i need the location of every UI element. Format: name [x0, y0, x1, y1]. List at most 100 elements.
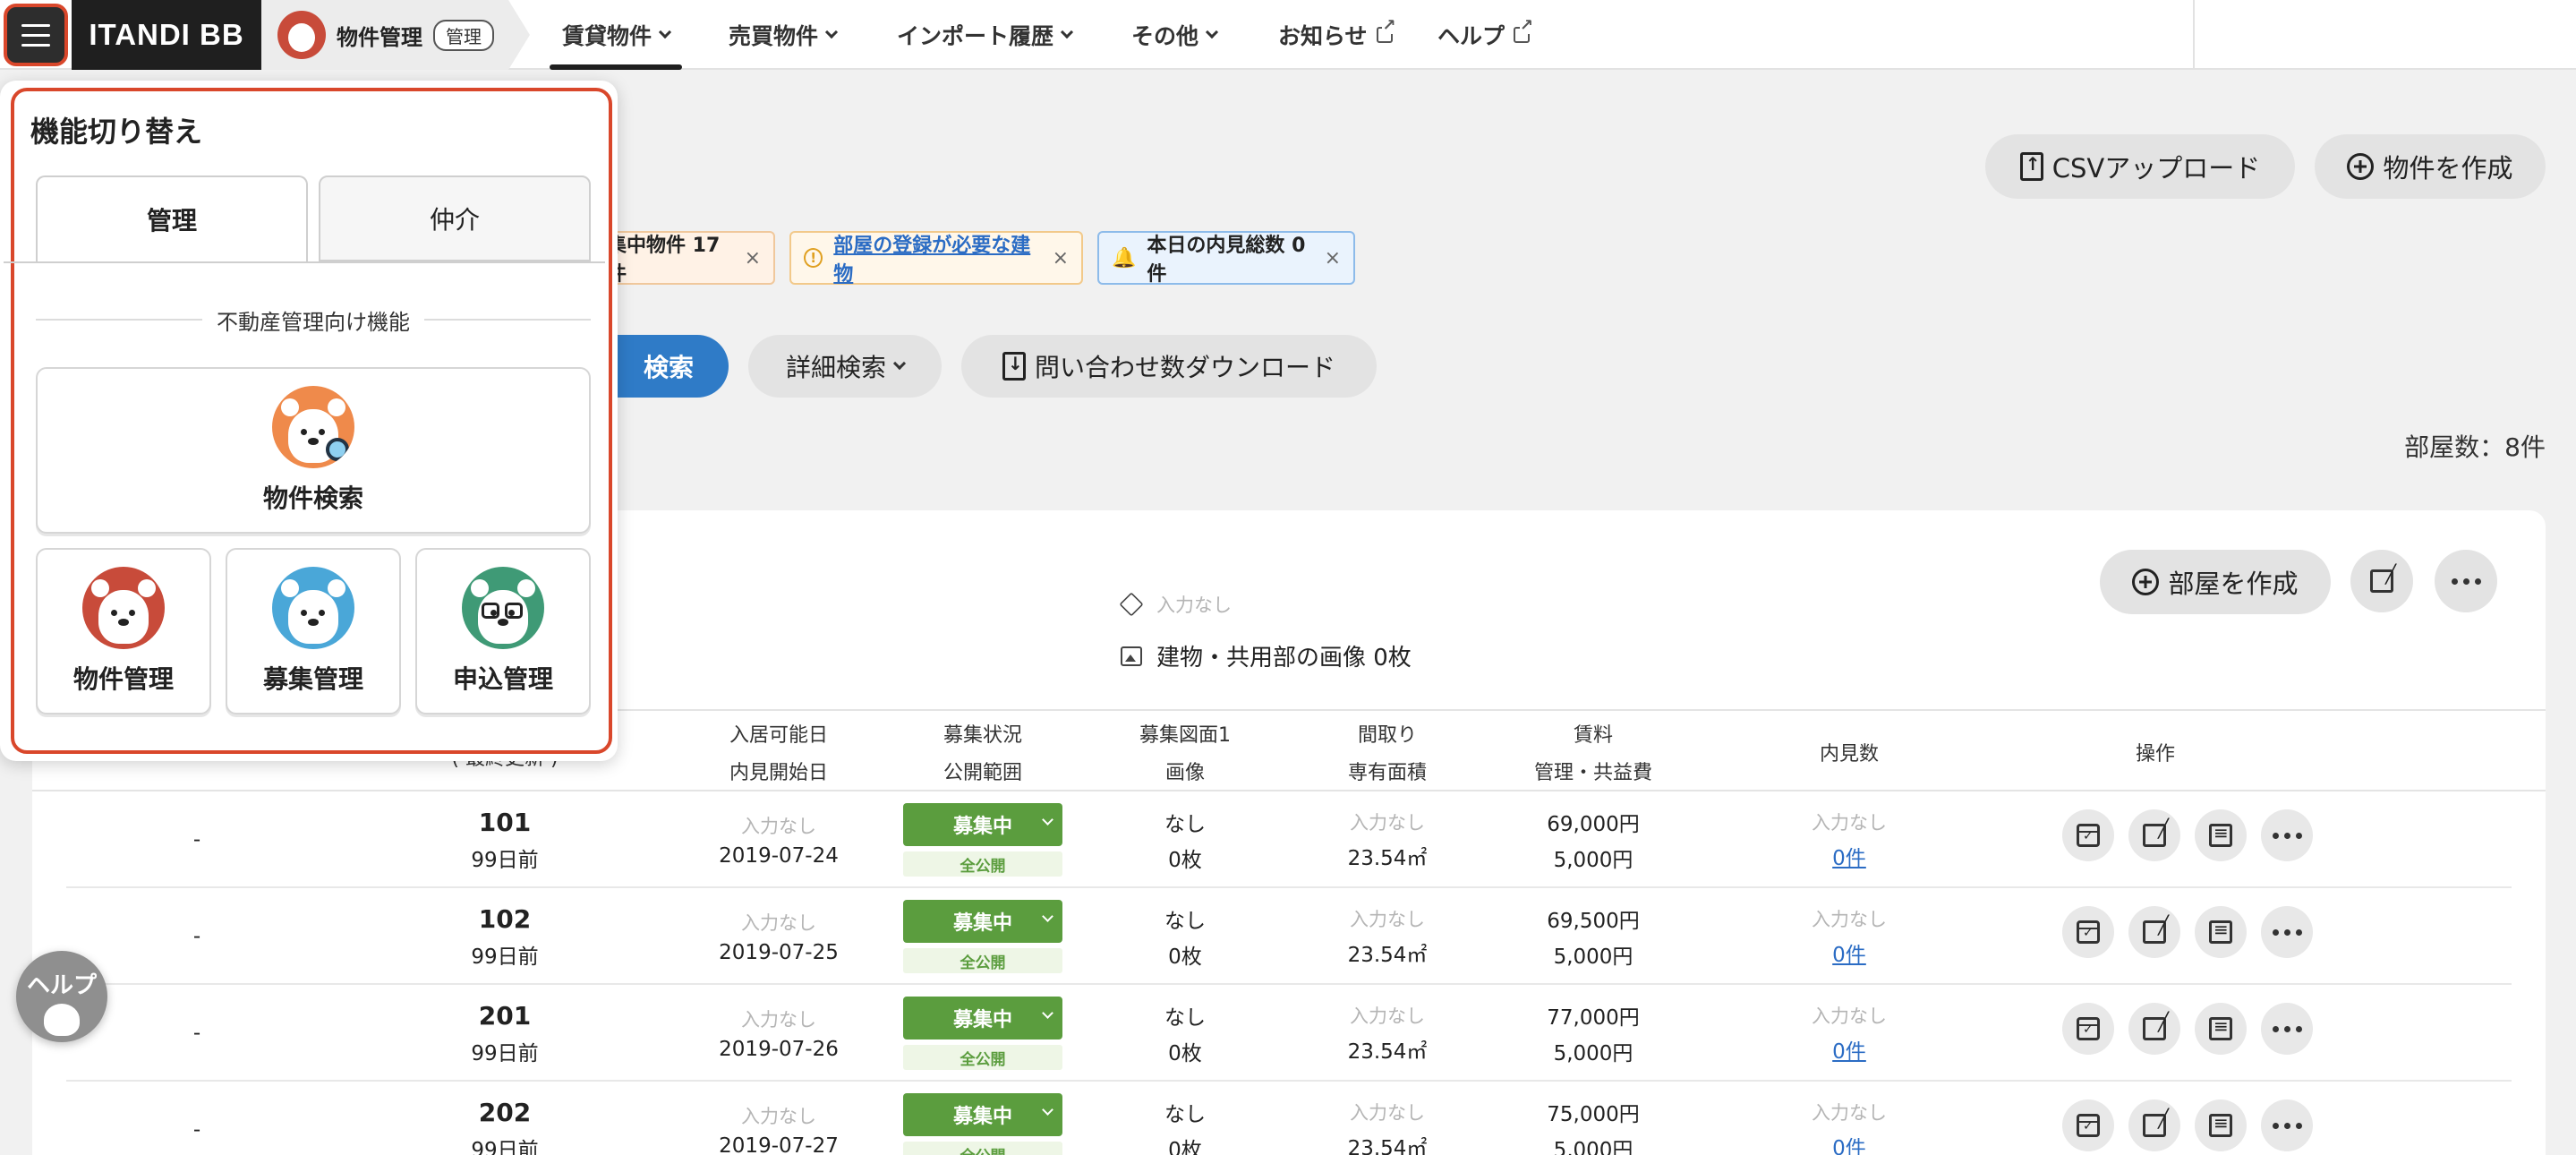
viewings-link[interactable]: 0件	[1832, 1131, 1866, 1155]
nav-sale-properties[interactable]: 売買物件	[729, 0, 839, 70]
create-property-button[interactable]: 物件を作成	[2315, 134, 2546, 199]
col-drawing: 募集図面1 画像	[1139, 724, 1231, 784]
room-number: 102	[478, 903, 532, 934]
search-button[interactable]: 検索	[609, 335, 729, 398]
memo-icon	[2209, 822, 2232, 847]
status-select[interactable]: 募集中	[903, 997, 1062, 1040]
edit-room-button[interactable]	[2128, 1099, 2180, 1151]
col-actions: 操作	[2135, 743, 2176, 766]
chevron-down-icon	[892, 356, 907, 371]
more-options-button[interactable]	[2435, 550, 2497, 612]
app-logo[interactable]: ITANDI BB	[72, 0, 261, 70]
nav-help[interactable]: ヘルプ	[1437, 0, 1534, 70]
table-row[interactable]: - 201 99日前 入力なし 2019-07-26 募集中 全公開 なし 0枚 入力…	[66, 985, 2512, 1082]
viewings-today-chip[interactable]: 🔔 本日の内見総数 0件 ×	[1097, 231, 1355, 286]
schedule-button[interactable]	[2062, 906, 2114, 958]
create-room-button[interactable]: 部屋を作成	[2100, 550, 2331, 614]
building-meta-layers: 入力なし	[1119, 591, 1232, 618]
viewings-link[interactable]: 0件	[1832, 841, 1866, 871]
close-icon[interactable]: ×	[745, 247, 761, 270]
scope-badge: 全公開	[903, 1142, 1062, 1155]
nav-news[interactable]: お知らせ	[1278, 0, 1396, 70]
close-icon[interactable]: ×	[1325, 247, 1341, 270]
edit-room-button[interactable]	[2128, 809, 2180, 861]
switcher-tabs: 管理 仲介	[36, 175, 591, 261]
close-icon[interactable]: ×	[1053, 247, 1069, 270]
edit-room-button[interactable]	[2128, 1003, 2180, 1055]
room-number: 101	[478, 807, 532, 837]
table-row[interactable]: - 101 99日前 入力なし 2019-07-24 募集中 全公開 なし 0枚 入力…	[66, 791, 2512, 888]
schedule-button[interactable]	[2062, 1099, 2114, 1151]
memo-button[interactable]	[2195, 809, 2247, 861]
download-doc-icon	[1002, 352, 1026, 381]
cell-area: 23.54㎡	[1347, 1137, 1428, 1155]
row-more-button[interactable]	[2261, 809, 2313, 861]
csv-upload-button[interactable]: CSVアップロード	[1985, 134, 2295, 199]
status-select[interactable]: 募集中	[903, 803, 1062, 846]
help-fab-button[interactable]: ヘルプ	[16, 951, 107, 1042]
memo-button[interactable]	[2195, 906, 2247, 958]
cell-status: 募集中	[952, 1106, 1012, 1128]
nav-rental-properties[interactable]: 賃貸物件	[549, 0, 683, 70]
edit-icon	[2143, 817, 2169, 847]
cell-updated: 99日前	[471, 848, 539, 872]
chevron-down-icon	[1042, 1007, 1053, 1019]
mode-switch[interactable]: 物件管理 管理	[261, 0, 530, 70]
memo-button[interactable]	[2195, 1099, 2247, 1151]
edit-icon	[2143, 1108, 2169, 1137]
chevron-down-icon	[1042, 814, 1053, 826]
edit-room-button[interactable]	[2128, 906, 2180, 958]
calendar-check-icon	[2077, 920, 2100, 944]
more-dots-icon	[2272, 1122, 2302, 1129]
cell-images: 0枚	[1168, 849, 1202, 872]
viewings-link[interactable]: 0件	[1832, 1034, 1866, 1065]
needs-room-chip[interactable]: ! 部屋の登録が必要な建物 ×	[789, 231, 1083, 286]
layers-icon	[1119, 592, 1144, 617]
cell-layout: 入力なし	[1349, 1005, 1425, 1027]
row-more-button[interactable]	[2261, 906, 2313, 958]
cell-c0: -	[192, 828, 201, 851]
external-link-icon	[1514, 18, 1534, 43]
status-select[interactable]: 募集中	[903, 900, 1062, 943]
check-bear-icon	[272, 567, 354, 649]
mode-badge: 管理	[433, 19, 494, 51]
edit-building-button[interactable]	[2350, 550, 2413, 612]
col-rent: 賃料 管理・共益費	[1533, 724, 1653, 784]
nav-other[interactable]: その他	[1131, 0, 1219, 70]
feature-application-management[interactable]: 申込管理	[415, 548, 591, 714]
image-icon	[1121, 646, 1142, 666]
menu-button[interactable]	[4, 4, 68, 66]
feature-property-management[interactable]: 物件管理	[36, 548, 211, 714]
feature-switcher-popover: 機能切り替え 管理 仲介 不動産管理向け機能 物件検索 物件管理 募集管理 申込…	[4, 88, 612, 754]
cell-fee: 5,000円	[1553, 1042, 1633, 1065]
glasses-bear-icon	[462, 567, 544, 649]
tab-management[interactable]: 管理	[36, 175, 308, 261]
feature-recruit-management[interactable]: 募集管理	[226, 548, 401, 714]
scope-badge: 全公開	[903, 948, 1062, 973]
nav-import-history[interactable]: インポート履歴	[897, 0, 1074, 70]
cell-rent: 69,000円	[1547, 813, 1640, 836]
schedule-button[interactable]	[2062, 1003, 2114, 1055]
cell-c0: -	[192, 925, 201, 948]
scope-badge: 全公開	[903, 1045, 1062, 1070]
inquiry-download-button[interactable]: 問い合わせ数ダウンロード	[961, 335, 1377, 398]
memo-button[interactable]	[2195, 1003, 2247, 1055]
table-row[interactable]: - 102 99日前 入力なし 2019-07-25 募集中 全公開 なし 0枚 入力…	[66, 888, 2512, 985]
schedule-button[interactable]	[2062, 809, 2114, 861]
advanced-search-button[interactable]: 詳細検索	[748, 335, 942, 398]
cell-status: 募集中	[952, 816, 1012, 838]
cell-c0: -	[192, 1118, 201, 1142]
edit-icon	[2370, 563, 2396, 593]
tab-brokerage[interactable]: 仲介	[319, 175, 591, 261]
scope-badge: 全公開	[903, 851, 1062, 877]
cell-drawing: なし	[1164, 910, 1206, 933]
calendar-check-icon	[2077, 1114, 2100, 1137]
table-row[interactable]: - 202 99日前 入力なし 2019-07-27 募集中 全公開 なし 0枚 入力…	[66, 1082, 2512, 1155]
row-more-button[interactable]	[2261, 1099, 2313, 1151]
feature-property-search[interactable]: 物件検索	[36, 367, 591, 534]
status-select[interactable]: 募集中	[903, 1093, 1062, 1136]
viewings-link[interactable]: 0件	[1832, 937, 1866, 968]
cell-move-in: 入力なし	[740, 1009, 816, 1031]
cell-c0: -	[192, 1022, 201, 1045]
row-more-button[interactable]	[2261, 1003, 2313, 1055]
